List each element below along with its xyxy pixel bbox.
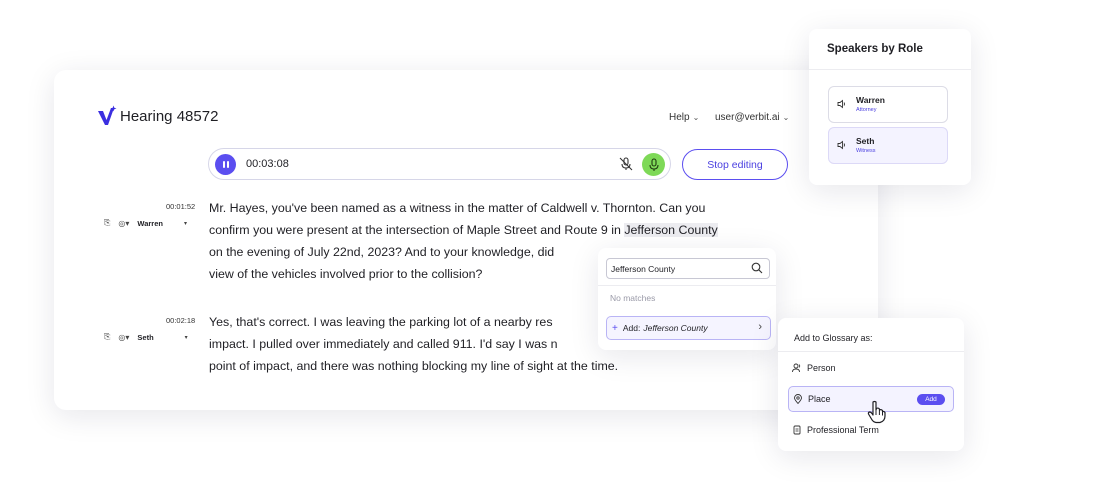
copy-icon[interactable]: ⎘ bbox=[104, 218, 110, 228]
segment-timestamp: 00:02:18 bbox=[166, 316, 196, 325]
term-search-popup: No matches + Add: Jefferson County › bbox=[598, 248, 776, 350]
divider bbox=[809, 69, 971, 70]
highlighted-term[interactable]: Jefferson County bbox=[624, 223, 718, 237]
add-badge-button[interactable]: Add bbox=[917, 394, 945, 405]
glossary-title: Add to Glossary as: bbox=[794, 333, 873, 343]
help-menu[interactable]: Help ⌄ bbox=[669, 112, 699, 123]
chevron-down-icon: ▾ bbox=[184, 334, 188, 341]
stop-editing-button[interactable]: Stop editing bbox=[682, 149, 788, 180]
glossary-option-label: Place bbox=[808, 394, 831, 404]
speaker-volume-icon bbox=[837, 99, 845, 109]
add-term-value: Jefferson County bbox=[643, 323, 708, 333]
segment-tools: ⎘ ◎▾ Warren ▾ bbox=[104, 218, 187, 228]
page-title: Hearing 48572 bbox=[120, 108, 219, 125]
location-pin-icon bbox=[794, 394, 802, 404]
pause-icon bbox=[222, 161, 225, 168]
transcript-line: confirm you were present at the intersec… bbox=[209, 223, 718, 237]
add-term-button[interactable]: + Add: Jefferson County › bbox=[606, 316, 771, 340]
speakers-panel-title: Speakers by Role bbox=[827, 43, 923, 55]
hand-pointer-cursor-icon bbox=[867, 400, 886, 424]
audio-player: 00:03:08 bbox=[208, 148, 671, 180]
playback-timecode: 00:03:08 bbox=[246, 158, 289, 170]
speaker-card-seth[interactable]: Seth Witness bbox=[828, 127, 948, 164]
pause-button[interactable] bbox=[215, 154, 236, 175]
speakers-panel: Speakers by Role Warren Attorney Seth Wi… bbox=[809, 29, 971, 185]
copy-icon[interactable]: ⎘ bbox=[104, 332, 110, 342]
plus-icon: + bbox=[612, 322, 618, 334]
verbit-logo-icon bbox=[98, 105, 117, 125]
mic-on-button[interactable] bbox=[642, 153, 665, 176]
glossary-option-label: Person bbox=[807, 363, 836, 373]
segment-tools: ⎘ ◎▾ Seth ▾ bbox=[104, 332, 188, 342]
speaker-card-warren[interactable]: Warren Attorney bbox=[828, 86, 948, 123]
speaker-role: Attorney bbox=[856, 107, 877, 113]
term-search-input[interactable] bbox=[606, 258, 770, 279]
user-email: user@verbit.ai bbox=[715, 112, 780, 123]
segment-timestamp: 00:01:52 bbox=[166, 202, 196, 211]
speaker-name: Seth bbox=[856, 136, 875, 146]
chevron-down-icon: ▾ bbox=[183, 220, 187, 227]
speaker-select[interactable]: Seth bbox=[137, 333, 153, 342]
microphone-icon bbox=[648, 157, 659, 171]
glossary-popup: Add to Glossary as: Person Place Add Pro… bbox=[778, 318, 964, 451]
view-options-icon[interactable]: ◎▾ bbox=[118, 219, 129, 228]
no-matches-text: No matches bbox=[610, 293, 656, 303]
user-menu[interactable]: user@verbit.ai ⌄ bbox=[715, 112, 789, 123]
chevron-right-icon: › bbox=[758, 321, 762, 333]
glossary-option-label: Professional Term bbox=[807, 425, 879, 435]
divider bbox=[778, 351, 964, 352]
help-label: Help bbox=[669, 112, 690, 123]
speaker-select[interactable]: Warren bbox=[137, 219, 163, 228]
mic-off-icon[interactable] bbox=[618, 156, 634, 172]
speaker-volume-icon bbox=[837, 140, 845, 150]
transcript-line: point of impact, and there was nothing b… bbox=[209, 359, 619, 373]
transcript-line: Mr. Hayes, you've been named as a witnes… bbox=[209, 201, 706, 215]
view-options-icon[interactable]: ◎▾ bbox=[118, 333, 129, 342]
glossary-option-person[interactable]: Person bbox=[788, 355, 954, 381]
chevron-down-icon: ⌄ bbox=[782, 113, 790, 122]
person-icon bbox=[792, 363, 801, 373]
speaker-name: Warren bbox=[856, 95, 885, 105]
editor-card: Hearing 48572 Help ⌄ user@verbit.ai ⌄ 00… bbox=[54, 70, 878, 410]
divider bbox=[598, 285, 776, 286]
add-prefix: Add: bbox=[622, 323, 641, 333]
speaker-role: Witness bbox=[856, 148, 876, 154]
chevron-down-icon: ⌄ bbox=[692, 113, 700, 122]
search-icon[interactable] bbox=[751, 262, 763, 274]
document-icon bbox=[793, 425, 801, 435]
